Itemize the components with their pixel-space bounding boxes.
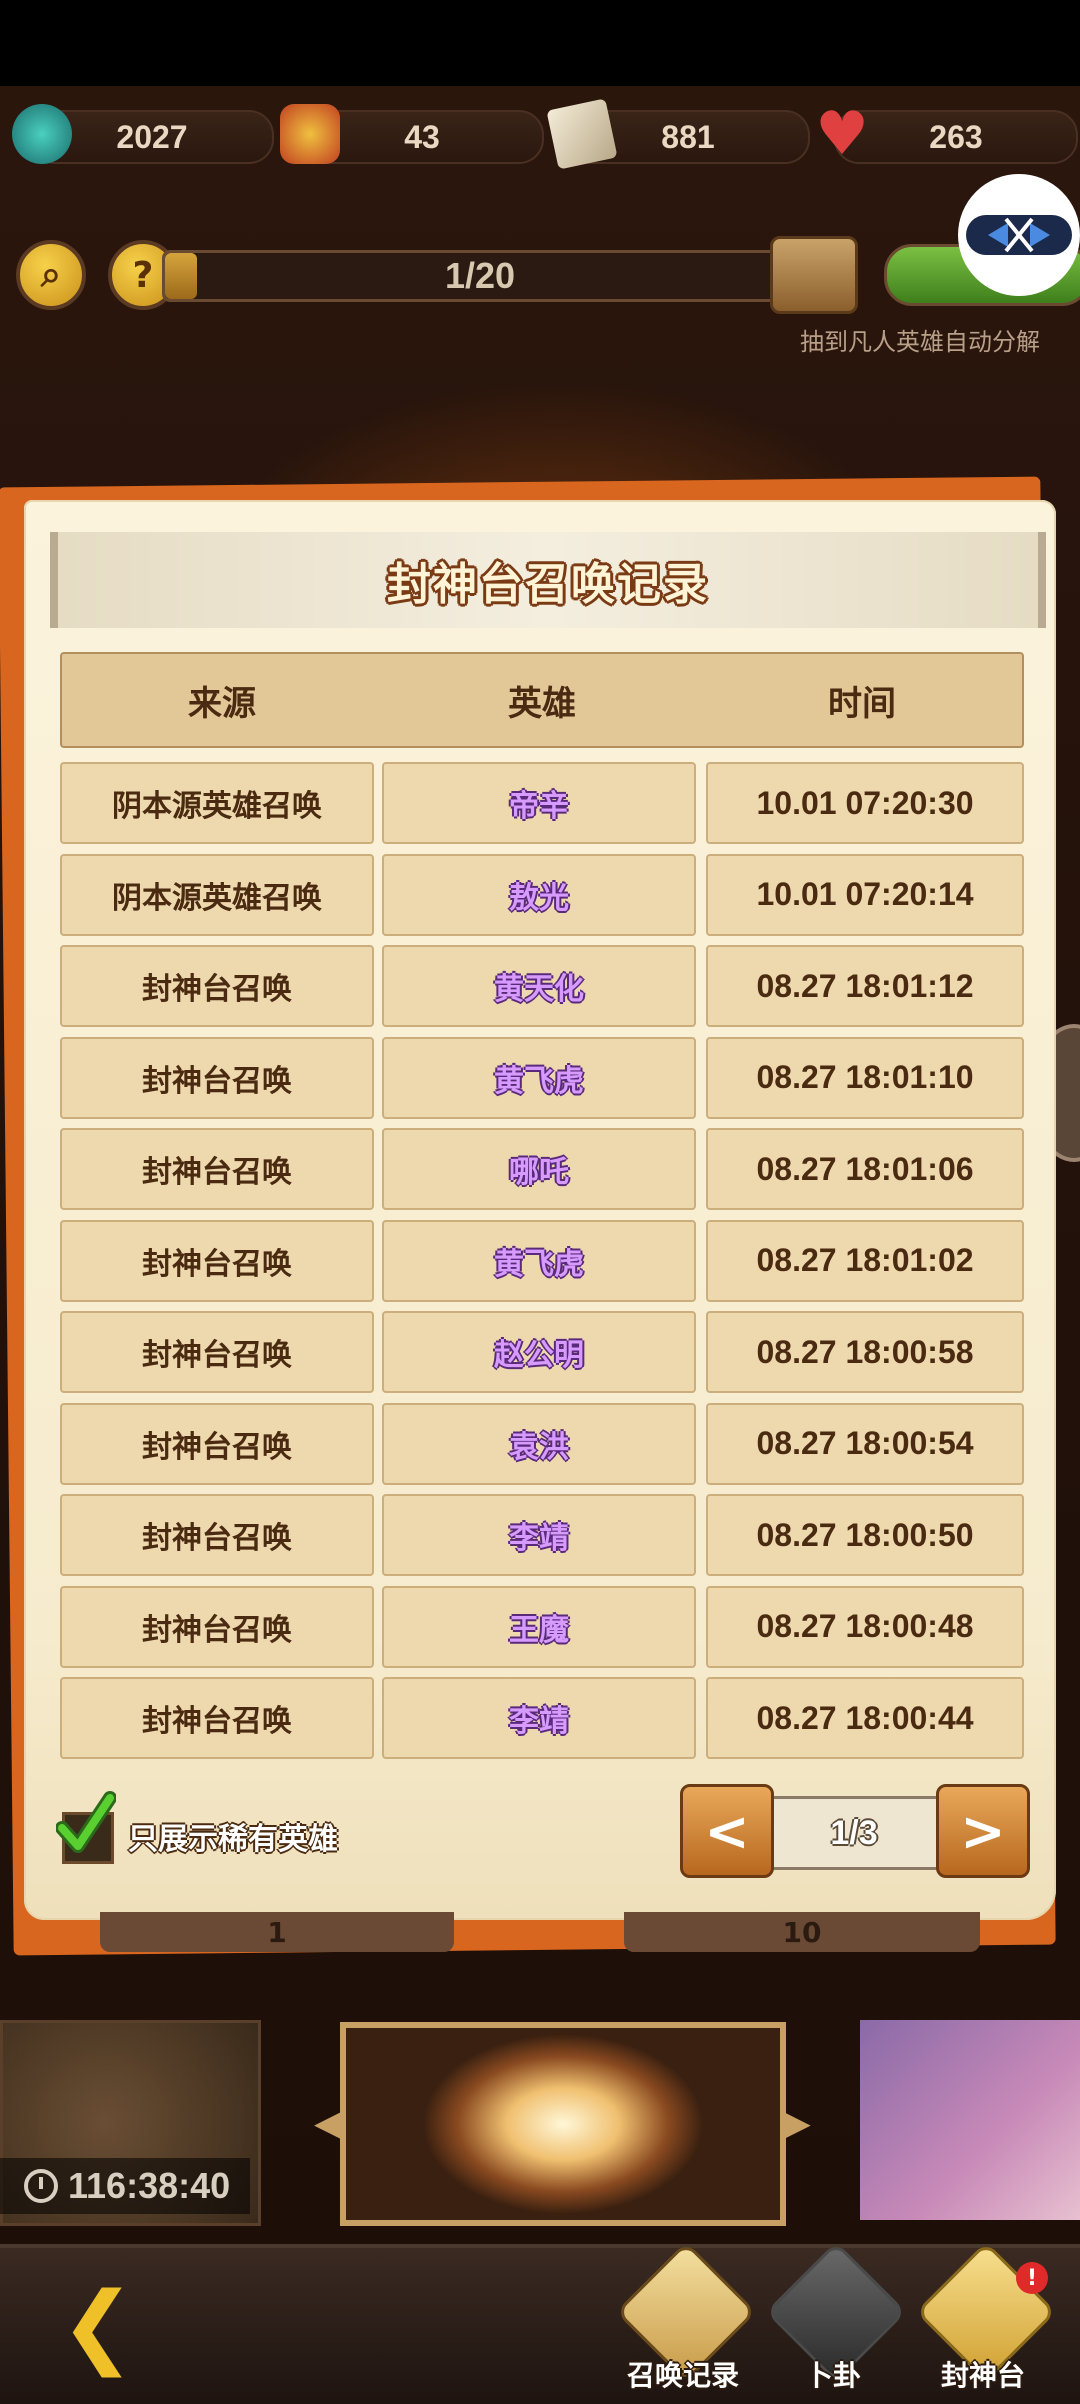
record-time: 08.27 18:00:54 xyxy=(706,1402,1024,1485)
record-source: 封神台召唤 xyxy=(60,1494,374,1576)
nav-divination-label: 卜卦 xyxy=(804,2359,861,2392)
record-row: 封神台召唤 赵公明 08.27 18:00:58 xyxy=(60,1311,1024,1393)
record-row: 阴本源英雄召唤 敖光 10.01 07:20:14 xyxy=(60,853,1024,936)
scroll-ticket-icon xyxy=(546,98,618,170)
record-source: 封神台召唤 xyxy=(60,1402,374,1485)
record-row: 封神台召唤 李靖 08.27 18:00:50 xyxy=(60,1494,1024,1576)
record-source: 封神台召唤 xyxy=(60,1128,374,1210)
summon-progress-bar: 1/20 xyxy=(162,250,798,302)
record-row: 封神台召唤 哪吒 08.27 18:01:06 xyxy=(60,1128,1024,1210)
resource-scroll-value: 881 xyxy=(661,118,715,155)
resource-token-value: 43 xyxy=(404,118,440,155)
notification-badge: ! xyxy=(1016,2262,1048,2294)
record-row: 封神台召唤 黄天化 08.27 18:01:12 xyxy=(60,945,1024,1027)
event-banner-right[interactable] xyxy=(860,2020,1080,2220)
record-time: 10.01 07:20:30 xyxy=(706,762,1024,844)
record-hero[interactable]: 黄飞虎 xyxy=(382,1036,696,1119)
nav-summon-record-label: 召唤记录 xyxy=(626,2359,739,2392)
search-icon: ⌕ xyxy=(40,254,62,295)
record-hero[interactable]: 李靖 xyxy=(382,1494,696,1576)
record-source: 封神台召唤 xyxy=(60,1036,374,1119)
record-source: 阴本源英雄召唤 xyxy=(60,853,374,936)
summon-portal-banner[interactable] xyxy=(340,2022,786,2226)
record-source: 封神台召唤 xyxy=(60,1219,374,1302)
progress-text: 1/20 xyxy=(444,255,516,296)
page-indicator-text: 1/3 xyxy=(830,1813,878,1852)
record-row: 封神台召唤 袁洪 08.27 18:00:54 xyxy=(60,1402,1024,1485)
jade-coin-icon xyxy=(12,104,72,164)
header-hero: 英雄 xyxy=(508,683,576,724)
rare-only-label[interactable]: 只展示稀有英雄 xyxy=(128,1812,338,1860)
checkmark-icon xyxy=(56,1791,116,1853)
record-source: 封神台召唤 xyxy=(60,1585,374,1668)
status-bar xyxy=(0,0,1080,86)
record-time: 08.27 18:01:06 xyxy=(706,1128,1024,1210)
record-hero[interactable]: 王魔 xyxy=(382,1585,696,1668)
header-time: 时间 xyxy=(828,683,896,724)
resource-bar: 2027 43 881 263 ♥ xyxy=(0,88,1080,188)
record-hero[interactable]: 李靖 xyxy=(382,1677,696,1759)
chevron-right-icon: > xyxy=(960,1799,1006,1863)
record-row: 封神台召唤 黄飞虎 08.27 18:01:10 xyxy=(60,1036,1024,1119)
carousel-next-icon[interactable]: ▶ xyxy=(780,2100,811,2146)
character-token-icon xyxy=(280,104,340,164)
next-page-button[interactable]: > xyxy=(936,1784,1030,1878)
record-hero[interactable]: 帝辛 xyxy=(382,762,696,844)
record-row: 阴本源英雄召唤 帝辛 10.01 07:20:30 xyxy=(60,762,1024,844)
back-arrow-icon[interactable]: ❮ xyxy=(60,2281,180,2371)
chevron-left-icon: < xyxy=(704,1799,750,1863)
record-source: 封神台召唤 xyxy=(60,1677,374,1759)
record-hero[interactable]: 赵公明 xyxy=(382,1311,696,1393)
record-source: 阴本源英雄召唤 xyxy=(60,762,374,844)
nav-summon-record[interactable]: 召唤记录 xyxy=(608,2241,758,2400)
heart-icon: ♥ xyxy=(815,99,869,169)
summon-once-tab[interactable]: 1 xyxy=(100,1912,454,1952)
record-time: 08.27 18:00:58 xyxy=(706,1311,1024,1393)
table-header: 来源 英雄 时间 xyxy=(60,652,1024,748)
nav-fengshen-altar[interactable]: ! 封神台 xyxy=(908,2241,1058,2400)
record-hero[interactable]: 敖光 xyxy=(382,853,696,936)
resource-jade-value: 2027 xyxy=(116,118,188,155)
record-hero[interactable]: 黄天化 xyxy=(382,945,696,1027)
modal-title: 封神台召唤记录 xyxy=(387,559,709,610)
record-source: 封神台召唤 xyxy=(60,1311,374,1393)
search-button[interactable]: ⌕ xyxy=(16,240,86,310)
auto-decompose-label: 抽到凡人英雄自动分解 xyxy=(800,328,1040,356)
record-time: 08.27 18:01:10 xyxy=(706,1036,1024,1119)
event-timer: 116:38:40 xyxy=(0,2158,250,2214)
record-row: 封神台召唤 李靖 08.27 18:00:44 xyxy=(60,1677,1024,1759)
record-time: 08.27 18:01:12 xyxy=(706,945,1024,1027)
record-source: 封神台召唤 xyxy=(60,945,374,1027)
summon-once-label: 1 xyxy=(267,1915,287,1949)
record-hero[interactable]: 黄飞虎 xyxy=(382,1219,696,1302)
record-time: 08.27 18:00:50 xyxy=(706,1494,1024,1576)
record-time: 08.27 18:00:44 xyxy=(706,1677,1024,1759)
double-arrow-icon xyxy=(966,215,1072,255)
record-list: 阴本源英雄召唤 帝辛 10.01 07:20:30 阴本源英雄召唤 敖光 10.01 07… xyxy=(60,762,1024,1769)
question-icon: ? xyxy=(132,254,154,296)
record-hero[interactable]: 哪吒 xyxy=(382,1128,696,1210)
clock-icon xyxy=(24,2169,58,2203)
summon-ten-tab[interactable]: 10 xyxy=(624,1912,980,1952)
record-time: 08.27 18:00:48 xyxy=(706,1585,1024,1668)
summon-ten-label: 10 xyxy=(782,1915,822,1949)
event-timer-text: 116:38:40 xyxy=(68,2165,231,2206)
nav-divination[interactable]: 卜卦 xyxy=(758,2241,908,2400)
record-row: 封神台召唤 黄飞虎 08.27 18:01:02 xyxy=(60,1219,1024,1302)
record-row: 封神台召唤 王魔 08.27 18:00:48 xyxy=(60,1585,1024,1668)
header-source: 来源 xyxy=(188,683,256,724)
record-time: 10.01 07:20:14 xyxy=(706,853,1024,936)
record-hero[interactable]: 袁洪 xyxy=(382,1402,696,1485)
prev-page-button[interactable]: < xyxy=(680,1784,774,1878)
nav-fengshen-altar-label: 封神台 xyxy=(940,2359,1025,2392)
treasure-chest-icon[interactable] xyxy=(770,236,858,314)
resource-heart-value: 263 xyxy=(929,118,983,155)
floating-assistant-button[interactable] xyxy=(958,174,1080,296)
modal-title-bar: 封神台召唤记录 xyxy=(50,532,1046,628)
record-time: 08.27 18:01:02 xyxy=(706,1219,1024,1302)
page-indicator: 1/3 xyxy=(764,1796,944,1870)
